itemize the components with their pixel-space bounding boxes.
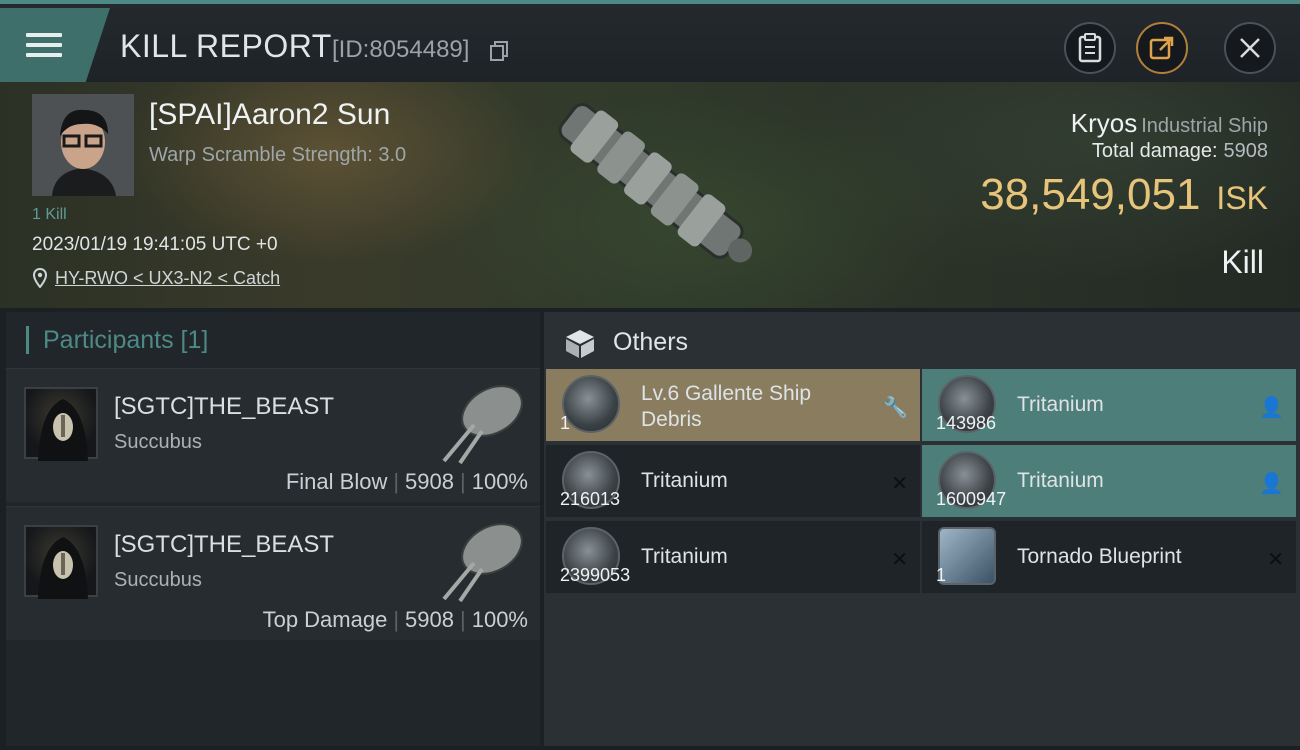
close-button[interactable] xyxy=(1224,22,1276,74)
victim-portrait[interactable] xyxy=(32,94,134,196)
item-label: Tornado Blueprint xyxy=(1017,545,1182,568)
isk-amount: 38,549,051 xyxy=(980,170,1201,219)
item-quantity: 143986 xyxy=(936,413,997,433)
participant-stats: Top Damage | 5908 | 100% xyxy=(262,607,528,632)
cargo-box-icon xyxy=(566,330,594,358)
participants-title: Participants [1] xyxy=(26,326,208,354)
participant-name: [SGTC]THE_BEAST xyxy=(114,531,335,558)
victim-summary: [SPAI]Aaron2 Sun Warp Scramble Strength:… xyxy=(0,82,1300,308)
page-title: KILL REPORT xyxy=(120,28,332,64)
total-damage-value: 5908 xyxy=(1223,140,1269,162)
participant-ship: Succubus xyxy=(114,431,202,453)
menu-button[interactable] xyxy=(0,8,110,82)
item-quantity: 1 xyxy=(936,565,947,585)
item-quantity: 2399053 xyxy=(560,565,631,585)
participant-row[interactable]: [SGTC]THE_BEAST Succubus Final Blow | 5908… xyxy=(6,368,540,502)
item-quantity: 216013 xyxy=(560,489,621,509)
total-damage: Total damage: 5908 xyxy=(1092,140,1268,163)
clipboard-icon xyxy=(1078,33,1102,63)
isk-value: 38,549,051 ISK xyxy=(980,170,1268,220)
item-label: Lv.6 Gallente Ship Debris xyxy=(641,382,812,431)
loot-item[interactable]: 1 Lv.6 Gallente Ship Debris 🔧 xyxy=(546,369,920,441)
kill-outcome: Kill xyxy=(1221,244,1264,280)
participant-avatar xyxy=(24,387,98,461)
victim-ship-name: Kryos xyxy=(1070,108,1138,138)
share-icon xyxy=(1149,36,1174,60)
participant-stats: Final Blow | 5908 | 100% xyxy=(285,469,528,494)
ship-debris-icon xyxy=(562,375,620,433)
clipboard-button[interactable] xyxy=(1064,22,1116,74)
loot-item[interactable]: 1600947 Tritanium 👤 xyxy=(922,445,1296,517)
participant-percent: 100% xyxy=(471,607,528,632)
blueprint-icon xyxy=(938,527,996,585)
wrench-icon[interactable]: 🔧 xyxy=(883,395,908,420)
pilot-avatar-icon xyxy=(32,94,134,196)
item-label: Tritanium xyxy=(641,469,728,492)
close-icon xyxy=(1240,38,1260,58)
item-label: Tritanium xyxy=(1017,469,1104,492)
item-quantity: 1600947 xyxy=(936,489,1007,509)
person-icon[interactable]: 👤 xyxy=(1259,395,1284,420)
copy-icon[interactable] xyxy=(490,41,508,61)
victim-ship-image xyxy=(558,103,753,263)
isk-unit: ISK xyxy=(1216,180,1268,216)
kill-id: [ID:8054489] xyxy=(332,36,470,63)
loot-item[interactable]: 2399053 Tritanium ✕ xyxy=(546,521,920,593)
participant-role: Final Blow xyxy=(285,469,388,494)
menu-icon xyxy=(26,27,62,63)
victim-pilot-name[interactable]: [SPAI]Aaron2 Sun xyxy=(149,98,390,132)
loot-item[interactable]: 143986 Tritanium 👤 xyxy=(922,369,1296,441)
participant-ship: Succubus xyxy=(114,569,202,591)
kill-count: 1 Kill xyxy=(32,206,67,223)
location-pin-icon xyxy=(33,268,47,288)
loot-item[interactable]: 216013 Tritanium ✕ xyxy=(546,445,920,517)
item-quantity: 1 xyxy=(560,413,571,433)
participants-panel: Participants [1] [SGTC]THE_BEAST Succubu… xyxy=(6,312,540,746)
item-label: Tritanium xyxy=(1017,393,1104,416)
participant-name: [SGTC]THE_BEAST xyxy=(114,393,335,420)
others-title: Others xyxy=(613,328,689,356)
participant-ship-image xyxy=(442,523,523,603)
person-icon[interactable]: 👤 xyxy=(1259,471,1284,496)
close-icon[interactable]: ✕ xyxy=(891,471,908,496)
kill-report-header: KILL REPORT [ID:8054489] xyxy=(0,0,1300,82)
participant-row[interactable]: [SGTC]THE_BEAST Succubus Top Damage | 5908… xyxy=(6,506,540,640)
participant-percent: 100% xyxy=(471,469,528,494)
total-damage-label: Total damage: xyxy=(1091,140,1218,162)
participant-damage: 5908 xyxy=(405,469,454,494)
participant-ship-image xyxy=(442,385,523,465)
others-panel: Others 1 Lv.6 Gallente Ship Debris 🔧 143… xyxy=(544,312,1300,746)
close-icon[interactable]: ✕ xyxy=(1267,547,1284,572)
kill-datetime: 2023/01/19 19:41:05 UTC +0 xyxy=(32,234,278,255)
loot-item[interactable]: 1 Tornado Blueprint ✕ xyxy=(922,521,1296,593)
share-button[interactable] xyxy=(1136,22,1188,74)
hooded-avatar-icon xyxy=(38,399,88,461)
warp-scramble-strength: Warp Scramble Strength: 3.0 xyxy=(149,144,407,166)
item-label: Tritanium xyxy=(641,545,728,568)
close-icon[interactable]: ✕ xyxy=(891,547,908,572)
victim-ship-info[interactable]: Kryos Industrial Ship xyxy=(1071,108,1268,139)
participant-avatar xyxy=(24,525,98,599)
participant-damage: 5908 xyxy=(405,607,454,632)
participant-role: Top Damage xyxy=(262,607,388,632)
victim-ship-class: Industrial Ship xyxy=(1141,115,1268,137)
kill-location-link[interactable]: HY-RWO < UX3-N2 < Catch xyxy=(55,268,280,289)
hooded-avatar-icon xyxy=(38,537,88,599)
